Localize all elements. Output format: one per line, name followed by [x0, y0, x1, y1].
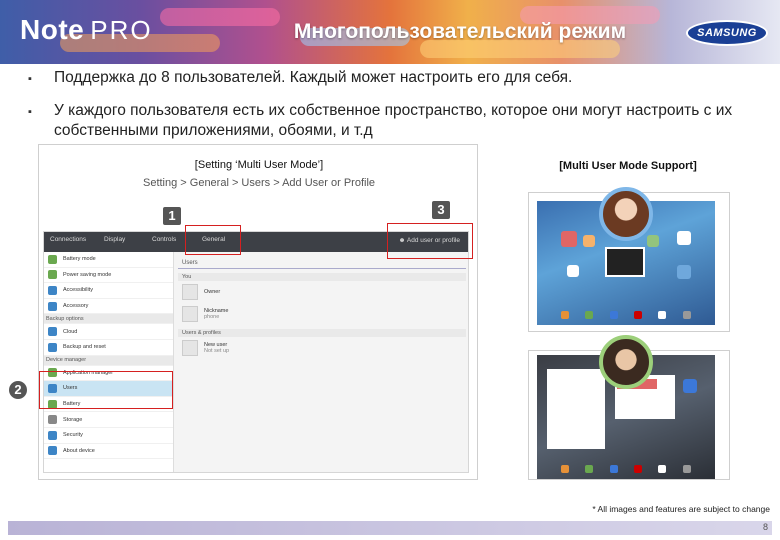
sidebar-item[interactable]: Backup and reset — [44, 340, 173, 356]
avatar — [182, 284, 198, 300]
sidebar-item[interactable]: Security — [44, 428, 173, 444]
user-avatar-man — [599, 335, 653, 389]
sidebar-item[interactable]: Accessibility — [44, 283, 173, 299]
slide-title: Многопользовательский режим — [293, 20, 627, 43]
sidebar-item-label: Power saving mode — [63, 271, 112, 278]
tab-display[interactable]: Display — [104, 236, 125, 243]
sidebar-item-label: Security — [63, 432, 83, 439]
bullet-list: ▪ Поддержка до 8 пользователей. Каждый м… — [28, 68, 758, 153]
tablet-settings-screen: Connections Display Controls General ☻ A… — [43, 231, 469, 473]
highlight-add-user — [387, 223, 473, 259]
sidebar-item-label: Battery mode — [63, 256, 96, 263]
user-row-nickname[interactable]: Nickname phone — [178, 303, 466, 325]
settings-item-icon — [48, 285, 57, 295]
avatar — [182, 306, 198, 322]
users-title: Users — [178, 258, 466, 269]
bullet-text: Поддержка до 8 пользователей. Каждый мож… — [54, 69, 573, 86]
settings-item-icon — [48, 342, 57, 352]
section-head: Users & profiles — [178, 329, 466, 337]
bullet-item: ▪ Поддержка до 8 пользователей. Каждый м… — [28, 68, 758, 89]
sidebar-section-head: Backup options — [44, 314, 173, 325]
user-avatar-woman — [599, 187, 653, 241]
samsung-logo: SAMSUNG — [686, 20, 768, 46]
sidebar-item-label: Cloud — [63, 328, 78, 335]
sidebar-item[interactable]: About device — [44, 444, 173, 460]
avatar — [182, 340, 198, 356]
user-one-screenshot — [528, 187, 730, 332]
sidebar-item-label: Accessory — [63, 303, 89, 310]
settings-item-icon — [48, 415, 57, 425]
settings-path: Setting > General > Users > Add User or … — [142, 177, 376, 189]
disclaimer-note: * All images and features are subject to… — [592, 504, 770, 514]
settings-item-icon — [48, 301, 57, 311]
header-banner: Note PRO Многопользовательский режим SAMS… — [0, 0, 780, 64]
sidebar-section-head: Device manager — [44, 355, 173, 366]
marker-2: 2 — [9, 381, 27, 399]
settings-item-icon — [48, 446, 57, 456]
highlight-general-tab — [185, 225, 241, 255]
sidebar-item[interactable]: Battery mode — [44, 252, 173, 268]
user-sub: phone — [204, 314, 220, 320]
sidebar-item-label: About device — [63, 447, 95, 454]
sidebar-item-label: Storage — [63, 416, 83, 423]
sidebar-item[interactable]: Accessory — [44, 299, 173, 315]
sidebar-item[interactable]: Storage — [44, 412, 173, 428]
multiuser-caption: [Multi User Mode Support] — [559, 160, 697, 172]
sidebar-item-label: Device manager — [46, 357, 87, 364]
settings-caption: [Setting ‘Multi User Mode’] — [194, 159, 324, 171]
section-head: You — [178, 273, 466, 281]
settings-item-icon — [48, 327, 57, 337]
user-row-owner[interactable]: Owner — [178, 281, 466, 303]
sidebar-item-label: Backup options — [46, 315, 84, 322]
user-sub: Not set up — [204, 348, 230, 354]
tab-connections[interactable]: Connections — [50, 236, 86, 243]
footer-bar: 8 — [8, 521, 772, 535]
tab-controls[interactable]: Controls — [152, 236, 176, 243]
sidebar-item-label: Accessibility — [63, 287, 93, 294]
user-name: Owner — [204, 289, 221, 295]
sidebar-item[interactable]: Power saving mode — [44, 268, 173, 284]
settings-item-icon — [48, 254, 57, 264]
users-panel: Users You Owner Nickname phone Users & pr… — [178, 258, 466, 470]
settings-sidebar: Battery mode Power saving mode Accessibili… — [44, 252, 174, 472]
marker-3: 3 — [432, 201, 450, 219]
logo-suffix: PRO — [90, 15, 153, 45]
sidebar-item[interactable]: Cloud — [44, 324, 173, 340]
logo-text: Note — [20, 14, 85, 45]
settings-item-icon — [48, 430, 57, 440]
settings-item-icon — [48, 270, 57, 280]
user-row-new[interactable]: New user Not set up — [178, 337, 466, 359]
slide: Note PRO Многопользовательский режим SAMS… — [0, 0, 780, 540]
sidebar-item-label: Backup and reset — [63, 344, 106, 351]
settings-figure: [Setting ‘Multi User Mode’] Setting > Ge… — [9, 144, 478, 480]
bullet-marker: ▪ — [28, 106, 32, 118]
marker-1: 1 — [163, 207, 181, 225]
bullet-text: У каждого пользователя есть их собственн… — [54, 102, 733, 139]
highlight-users-item — [39, 371, 173, 409]
page-number: 8 — [762, 522, 768, 532]
bullet-marker: ▪ — [28, 73, 32, 85]
note-pro-logo: Note PRO — [20, 14, 153, 46]
bullet-item: ▪ У каждого пользователя есть их собстве… — [28, 101, 758, 141]
user-two-screenshot — [528, 335, 730, 480]
